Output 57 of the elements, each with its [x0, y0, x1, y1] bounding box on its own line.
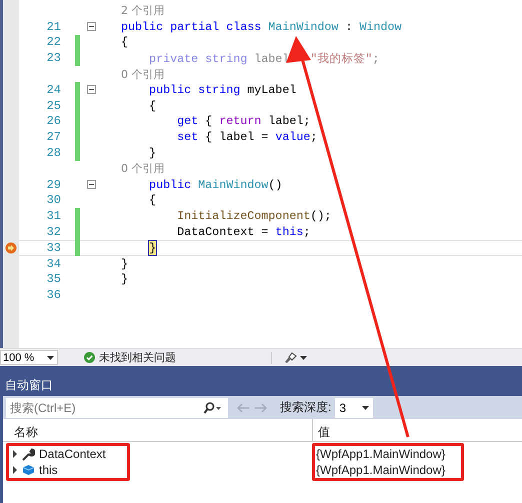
- wrench-icon: [22, 448, 35, 460]
- line-number: 23: [46, 51, 61, 66]
- code-line: public string myLabel: [148, 82, 296, 97]
- collapse-icon[interactable]: [87, 22, 96, 32]
- code-line: DataContext = this;: [176, 225, 310, 240]
- collapse-icon[interactable]: [87, 180, 96, 190]
- line-number: 32: [46, 225, 61, 240]
- line-number: 33: [46, 240, 61, 255]
- line-number: 21: [46, 20, 61, 34]
- line-number: 24: [46, 82, 61, 97]
- line-number: 34: [46, 256, 61, 271]
- code-line: get { return label;: [176, 114, 310, 128]
- panel-title: 自动窗口: [5, 376, 53, 394]
- line-number: 36: [46, 288, 61, 302]
- line-number: 25: [46, 98, 61, 113]
- code-line: {: [121, 35, 128, 50]
- search-icon[interactable]: [202, 402, 222, 414]
- depth-dropdown[interactable]: 3: [335, 398, 374, 418]
- search-field[interactable]: 搜索(Ctrl+E): [6, 398, 198, 418]
- caret-icon[interactable]: [47, 356, 54, 360]
- variable-value: {WpfApp1.MainWindow}: [316, 463, 446, 477]
- code-line: set { label = value;: [176, 130, 318, 144]
- caret-icon[interactable]: [362, 406, 370, 410]
- code-line: }: [121, 256, 128, 271]
- line-number: 35: [46, 272, 61, 286]
- brush-icon[interactable]: [284, 352, 297, 364]
- line-number: 31: [46, 209, 61, 224]
- search-button[interactable]: [198, 398, 228, 418]
- column-header[interactable]: 名称: [3, 419, 312, 441]
- expand-arrow-icon[interactable]: [12, 466, 18, 474]
- line-number: 22: [46, 35, 61, 50]
- cube-icon: [22, 464, 35, 476]
- issues-status[interactable]: 未找到相关问题: [99, 350, 176, 365]
- variable-name: this: [39, 463, 58, 477]
- code-line: }: [148, 146, 156, 160]
- code-line: {: [148, 98, 156, 113]
- line-number: 30: [46, 193, 61, 208]
- line-number: 27: [46, 130, 61, 144]
- caret-icon[interactable]: [300, 356, 307, 360]
- expand-arrow-icon[interactable]: [12, 450, 18, 458]
- zoom-dropdown[interactable]: 100 %: [0, 350, 58, 365]
- code-line: }: [121, 272, 128, 286]
- column-header[interactable]: 值: [312, 419, 522, 441]
- line-number: 28: [46, 146, 61, 160]
- depth-label: 搜索深度:: [280, 399, 332, 416]
- line-number: 26: [46, 114, 61, 128]
- variable-name: DataContext: [39, 447, 106, 461]
- variable-value: {WpfApp1.MainWindow}: [316, 447, 446, 461]
- code-line: InitializeComponent();: [176, 209, 332, 224]
- check-icon: [84, 352, 95, 363]
- code-line: public MainWindow(): [148, 178, 282, 192]
- current-statement-icon: [5, 242, 17, 254]
- line-number: 29: [46, 178, 61, 192]
- code-line: {: [148, 193, 156, 208]
- collapse-icon[interactable]: [87, 85, 96, 94]
- code-line: private string label "我的标签";: [148, 50, 380, 66]
- code-line: public partial class MainWindow : Window: [121, 20, 402, 34]
